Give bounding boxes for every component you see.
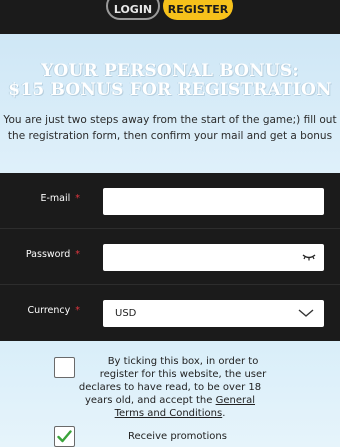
bonus-title-line2: $15 BONUS FOR REGISTRATION xyxy=(8,80,332,100)
email-row: E-mail * xyxy=(0,173,340,229)
terms-link[interactable]: General xyxy=(216,395,255,406)
email-field[interactable] xyxy=(103,188,324,215)
bonus-description: You are just two steps away from the sta… xyxy=(3,114,337,142)
currency-label: Currency * xyxy=(27,305,80,316)
password-label: Password * xyxy=(25,249,80,260)
bonus-title-line1: YOUR PERSONAL BONUS: xyxy=(41,61,299,81)
checkmark-icon xyxy=(57,430,72,443)
required-mark: * xyxy=(75,305,80,316)
currency-value: USD xyxy=(115,308,137,319)
currency-select[interactable]: USD xyxy=(103,300,324,327)
terms-link-2[interactable]: Terms and Conditions xyxy=(115,408,223,419)
consent-section: By ticking this box, in order to registe… xyxy=(0,341,340,447)
promotions-checkbox[interactable] xyxy=(54,426,75,447)
password-field[interactable] xyxy=(103,244,324,271)
promotions-label: Receive promotions xyxy=(128,431,227,442)
register-button[interactable]: REGISTER xyxy=(163,0,233,20)
email-label: E-mail * xyxy=(40,193,80,204)
password-row: Password * xyxy=(0,229,340,285)
login-button[interactable]: LOGIN xyxy=(106,0,160,20)
eye-closed-icon[interactable] xyxy=(302,252,316,265)
currency-row: Currency * USD xyxy=(0,285,340,341)
required-mark: * xyxy=(75,193,80,204)
required-mark: * xyxy=(75,249,80,260)
chevron-down-icon[interactable] xyxy=(298,308,314,321)
bonus-banner: YOUR PERSONAL BONUS: $15 BONUS FOR REGIS… xyxy=(0,34,340,173)
top-bar: LOGIN REGISTER xyxy=(0,0,340,34)
registration-form: E-mail * Password * Currency * USD xyxy=(0,173,340,341)
terms-text: By ticking this box, in order to registe… xyxy=(78,356,267,419)
bonus-title: YOUR PERSONAL BONUS: $15 BONUS FOR REGIS… xyxy=(0,62,340,100)
